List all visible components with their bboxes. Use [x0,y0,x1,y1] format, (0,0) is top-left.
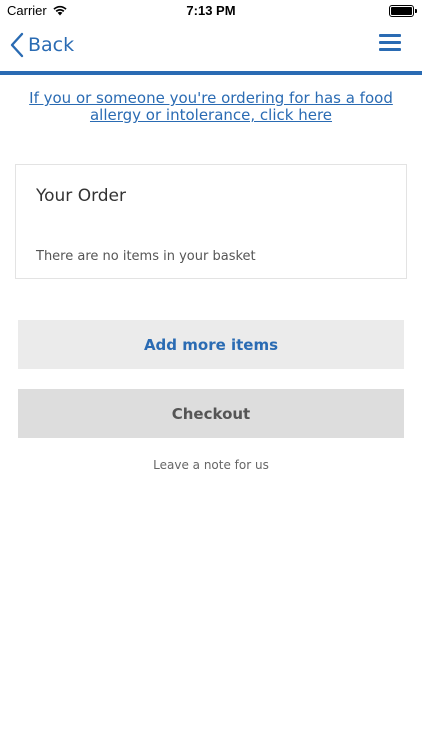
hamburger-menu-icon[interactable] [379,32,401,54]
back-button[interactable]: Back [10,30,74,60]
add-more-items-button[interactable]: Add more items [18,320,404,369]
chevron-left-icon [10,32,24,58]
checkout-button[interactable]: Checkout [18,389,404,438]
header-divider [0,71,422,75]
leave-note-link[interactable]: Leave a note for us [0,458,422,472]
back-label: Back [28,34,75,56]
status-bar: Carrier 7:13 PM [0,0,422,22]
navigation-bar: Back [0,22,422,72]
order-summary-card: Your Order There are no items in your ba… [15,164,407,279]
order-title: Your Order [36,186,127,206]
clock: 7:13 PM [186,3,236,18]
empty-basket-message: There are no items in your basket [36,249,256,264]
allergy-info-link[interactable]: If you or someone you're ordering for ha… [12,90,410,124]
battery-icon [389,5,417,17]
